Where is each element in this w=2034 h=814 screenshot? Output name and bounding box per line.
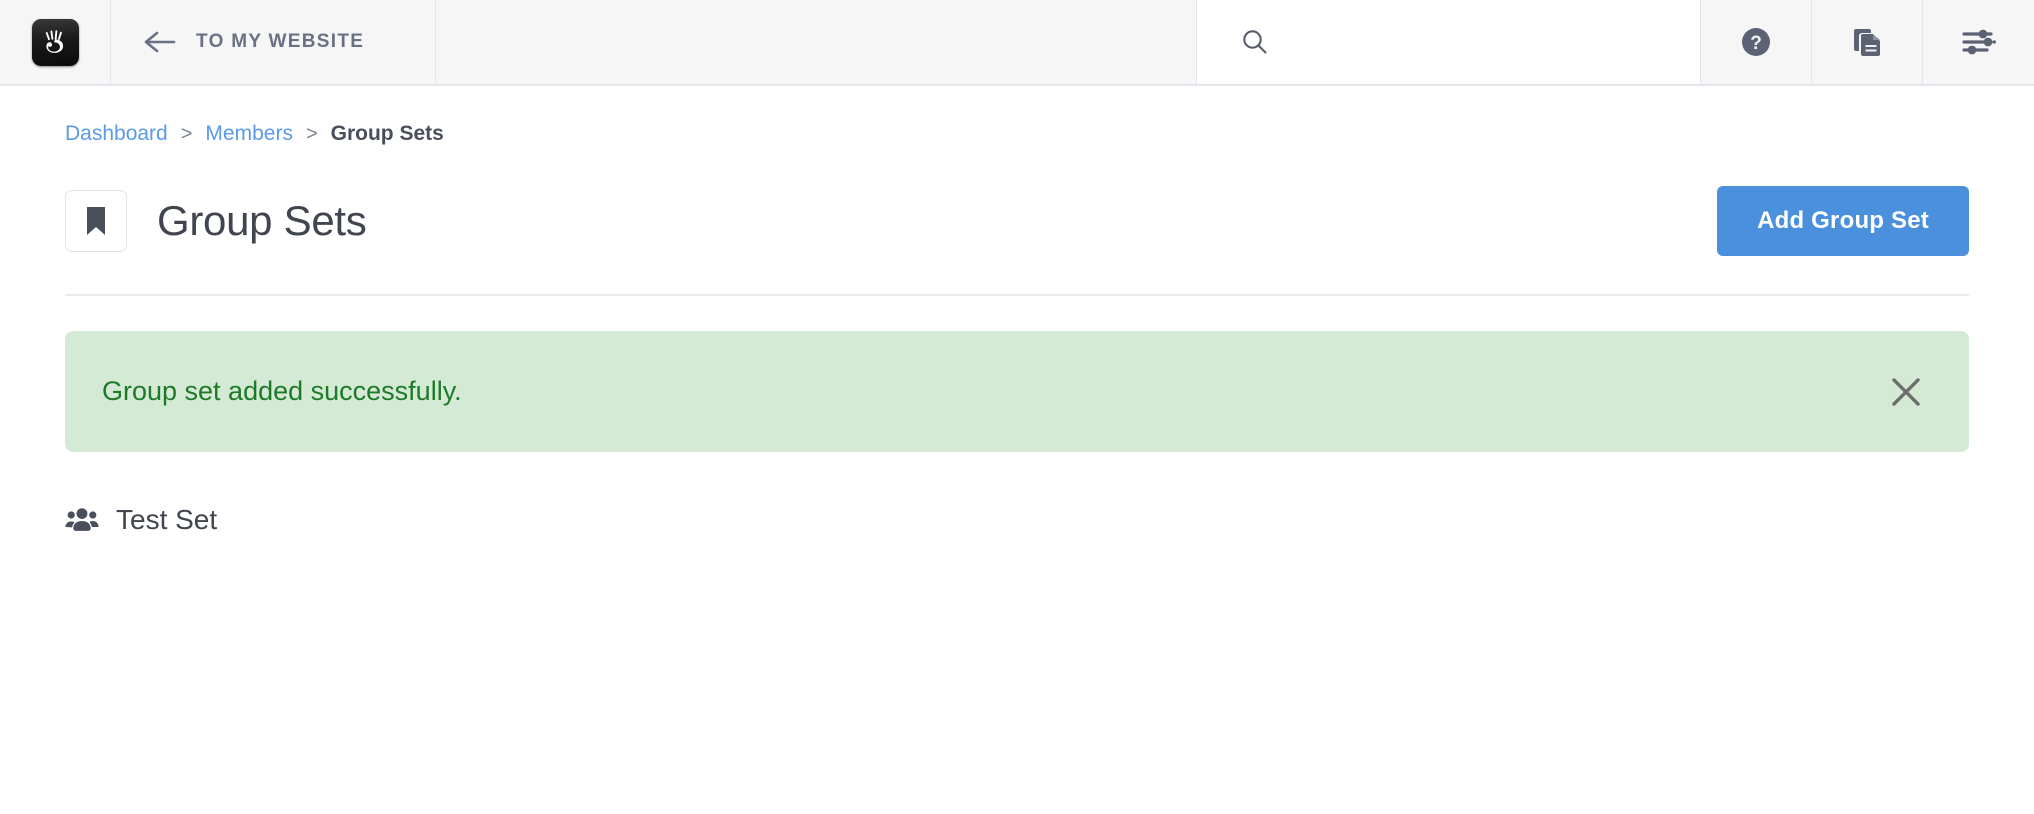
search-area[interactable]	[1197, 0, 1701, 84]
breadcrumb-separator: >	[180, 122, 193, 145]
group-set-list: Test Set	[65, 504, 1969, 536]
list-item-label: Test Set	[116, 504, 218, 535]
users-group-icon	[65, 507, 99, 533]
arrow-left-icon	[144, 30, 176, 54]
help-button[interactable]: ?	[1701, 0, 1812, 84]
breadcrumb-item-group-sets: Group Sets	[330, 122, 444, 145]
copy-pages-icon	[1850, 25, 1884, 59]
page-header: Group Sets Add Group Set	[65, 146, 1969, 296]
search-icon	[1240, 27, 1270, 57]
to-my-website-label: TO MY WEBSITE	[196, 31, 365, 52]
bookmark-icon	[83, 205, 109, 237]
top-toolbar: TO MY WEBSITE ?	[0, 0, 2034, 86]
breadcrumb-separator: >	[305, 122, 318, 145]
breadcrumb-item-members[interactable]: Members	[205, 122, 293, 146]
close-x-icon	[1887, 377, 1925, 414]
concrete-hand-logo-icon	[31, 18, 79, 66]
main-content: Dashboard > Members > Group Sets Group S…	[0, 86, 2034, 536]
to-my-website-button[interactable]: TO MY WEBSITE	[111, 0, 436, 84]
success-alert: Group set added successfully.	[65, 331, 1969, 452]
sliders-icon	[1961, 26, 1997, 58]
search-input[interactable]	[1286, 31, 1666, 53]
add-group-set-button[interactable]: Add Group Set	[1717, 186, 1969, 256]
page-icon-container	[65, 190, 127, 252]
list-item[interactable]: Test Set	[65, 504, 217, 536]
breadcrumb-item-dashboard[interactable]: Dashboard	[65, 122, 168, 146]
question-circle-icon: ?	[1739, 25, 1773, 59]
page-title: Group Sets	[157, 197, 367, 244]
alert-close-button[interactable]	[1879, 365, 1933, 419]
alert-message: Group set added successfully.	[102, 376, 462, 406]
breadcrumb: Dashboard > Members > Group Sets	[65, 86, 1969, 146]
settings-button[interactable]	[1923, 0, 2034, 84]
svg-text:?: ?	[1750, 33, 1762, 54]
toolbar-spacer	[436, 0, 1197, 84]
pages-button[interactable]	[1812, 0, 1923, 84]
logo-button[interactable]	[0, 0, 111, 84]
